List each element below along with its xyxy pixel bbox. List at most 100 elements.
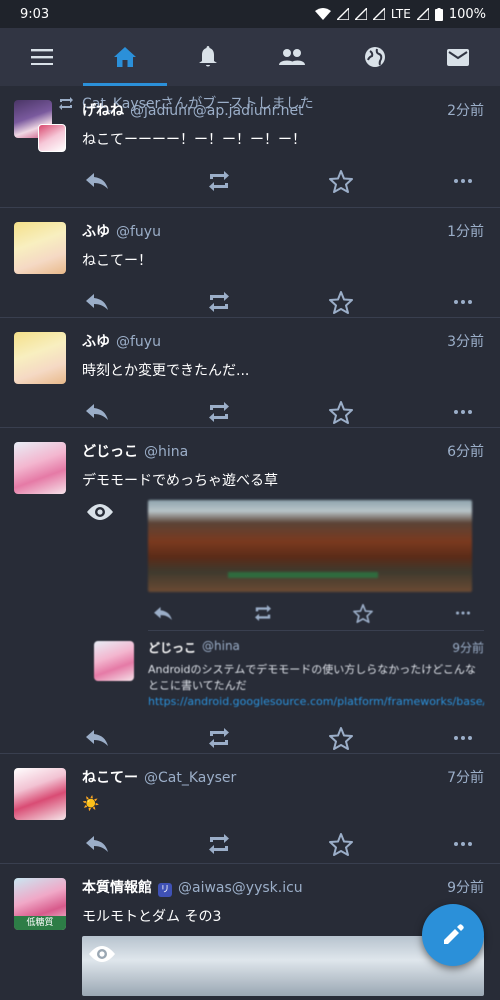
- star-icon: [329, 169, 353, 193]
- favourite-button[interactable]: [326, 829, 356, 859]
- account-handle[interactable]: @fuyu: [116, 334, 439, 350]
- more-icon: [454, 410, 472, 414]
- compose-button[interactable]: [422, 904, 484, 966]
- reply-button[interactable]: [82, 829, 112, 859]
- avatar[interactable]: 低糖質: [14, 878, 66, 930]
- avatar[interactable]: [14, 768, 66, 820]
- battery-level: 100%: [448, 6, 486, 22]
- boost-icon: [209, 728, 229, 748]
- tab-federated[interactable]: [333, 28, 416, 86]
- display-name[interactable]: ねこてー: [82, 767, 138, 787]
- quote-link[interactable]: https://android.googlesource.com/platfor…: [148, 695, 484, 708]
- people-icon: [278, 49, 305, 65]
- timestamp[interactable]: 3分前: [447, 331, 484, 351]
- more-icon: [454, 842, 472, 846]
- reply-button[interactable]: [82, 397, 112, 427]
- boost-button[interactable]: [204, 287, 234, 317]
- quoted-status[interactable]: どじっこ @hina 9分前 Androidのシステムでデモモードの使い方しらな…: [94, 631, 484, 710]
- display-name[interactable]: 本質情報館: [82, 877, 152, 897]
- more-button[interactable]: [448, 598, 478, 628]
- status-item[interactable]: ふゆ @fuyu 3分前 時刻とか変更できたんだ...: [0, 318, 500, 428]
- reply-button[interactable]: [82, 166, 112, 196]
- timestamp[interactable]: 9分前: [447, 877, 484, 897]
- boost-icon: [209, 834, 229, 854]
- quote-timestamp[interactable]: 9分前: [452, 639, 484, 656]
- quote-account-handle[interactable]: @hina: [202, 639, 444, 656]
- status-item[interactable]: どじっこ @hina 6分前 デモモードでめっちゃ遊べる草 どじっこ @hina…: [0, 428, 500, 754]
- account-handle[interactable]: @Cat_Kayser: [144, 770, 439, 786]
- boost-icon: [209, 292, 229, 312]
- favourite-button[interactable]: [326, 397, 356, 427]
- account-handle[interactable]: @jadiunr@ap.jadiunr.net: [130, 103, 439, 119]
- avatar[interactable]: [14, 442, 66, 494]
- signal-icon: [336, 8, 349, 20]
- embedded-actions: [148, 596, 484, 630]
- network-type: LTE: [390, 7, 411, 21]
- more-button[interactable]: [448, 287, 478, 317]
- status-content: ねこてーーーー！ー！ー！ー！ー！: [82, 132, 306, 148]
- account-handle[interactable]: @fuyu: [116, 224, 439, 240]
- star-icon: [329, 726, 353, 750]
- star-icon: [329, 400, 353, 424]
- status-item[interactable]: ふゆ @fuyu 1分前 ねこてー！: [0, 208, 500, 318]
- reply-icon: [86, 730, 108, 746]
- tab-notifications[interactable]: [167, 28, 250, 86]
- reply-button[interactable]: [148, 598, 178, 628]
- tab-home[interactable]: [83, 28, 167, 86]
- more-button[interactable]: [448, 397, 478, 427]
- avatar[interactable]: [14, 332, 66, 384]
- more-button[interactable]: [448, 166, 478, 196]
- timestamp[interactable]: 6分前: [447, 441, 484, 461]
- reply-button[interactable]: [82, 287, 112, 317]
- boost-button[interactable]: [204, 166, 234, 196]
- reply-icon: [86, 173, 108, 189]
- avatar-badge: 低糖質: [14, 916, 66, 930]
- reply-button[interactable]: [82, 723, 112, 753]
- favourite-button[interactable]: [326, 723, 356, 753]
- tab-direct[interactable]: [417, 28, 500, 86]
- boost-icon: [209, 171, 229, 191]
- media-attachment[interactable]: [148, 500, 472, 592]
- boost-button[interactable]: [248, 598, 278, 628]
- boost-icon: [255, 605, 271, 621]
- favourite-button[interactable]: [348, 598, 378, 628]
- timestamp[interactable]: 7分前: [447, 767, 484, 787]
- signal-icon-3: [372, 8, 385, 20]
- more-button[interactable]: [448, 723, 478, 753]
- favourite-button[interactable]: [326, 166, 356, 196]
- eye-icon[interactable]: [88, 944, 116, 964]
- quote-display-name[interactable]: どじっこ: [148, 639, 196, 656]
- more-icon: [456, 611, 470, 615]
- more-button[interactable]: [448, 829, 478, 859]
- display-name[interactable]: ふゆ: [82, 331, 110, 351]
- timestamp[interactable]: 1分前: [447, 221, 484, 241]
- status-icons: LTE 100%: [314, 6, 486, 22]
- avatar[interactable]: [14, 222, 66, 274]
- timestamp[interactable]: 2分前: [447, 100, 484, 120]
- display-name[interactable]: どじっこ: [82, 441, 138, 461]
- boost-button[interactable]: [204, 829, 234, 859]
- status-header: ねこてー @Cat_Kayser 7分前: [82, 754, 484, 787]
- status-header: ふゆ @fuyu 3分前: [82, 318, 484, 351]
- tab-local[interactable]: [250, 28, 333, 86]
- more-icon: [454, 736, 472, 740]
- account-handle[interactable]: @hina: [144, 444, 439, 460]
- media-bridge: [228, 572, 378, 578]
- tab-menu[interactable]: [0, 28, 83, 86]
- status-bar: 9:03 LTE 100%: [0, 0, 500, 28]
- eye-icon[interactable]: [86, 502, 114, 522]
- quote-content: Androidのシステムでデモモードの使い方しらなかったけどこんなとこに書いてた…: [148, 662, 484, 710]
- display-name[interactable]: ふゆ: [82, 221, 110, 241]
- booster-avatar[interactable]: [38, 124, 66, 152]
- favourite-button[interactable]: [326, 287, 356, 317]
- quote-avatar[interactable]: [94, 641, 134, 681]
- star-icon: [329, 290, 353, 314]
- status-actions: [82, 822, 484, 866]
- account-handle[interactable]: @aiwas@yysk.icu: [178, 880, 439, 896]
- boost-button[interactable]: [204, 397, 234, 427]
- status-item[interactable]: ねこてー @Cat_Kayser 7分前 ☀️: [0, 754, 500, 864]
- boost-button[interactable]: [204, 723, 234, 753]
- status-item[interactable]: げねね @jadiunr@ap.jadiunr.net 2分前 ねこてーーーー！…: [0, 100, 500, 208]
- display-name[interactable]: げねね: [82, 100, 124, 120]
- mail-icon: [447, 48, 470, 66]
